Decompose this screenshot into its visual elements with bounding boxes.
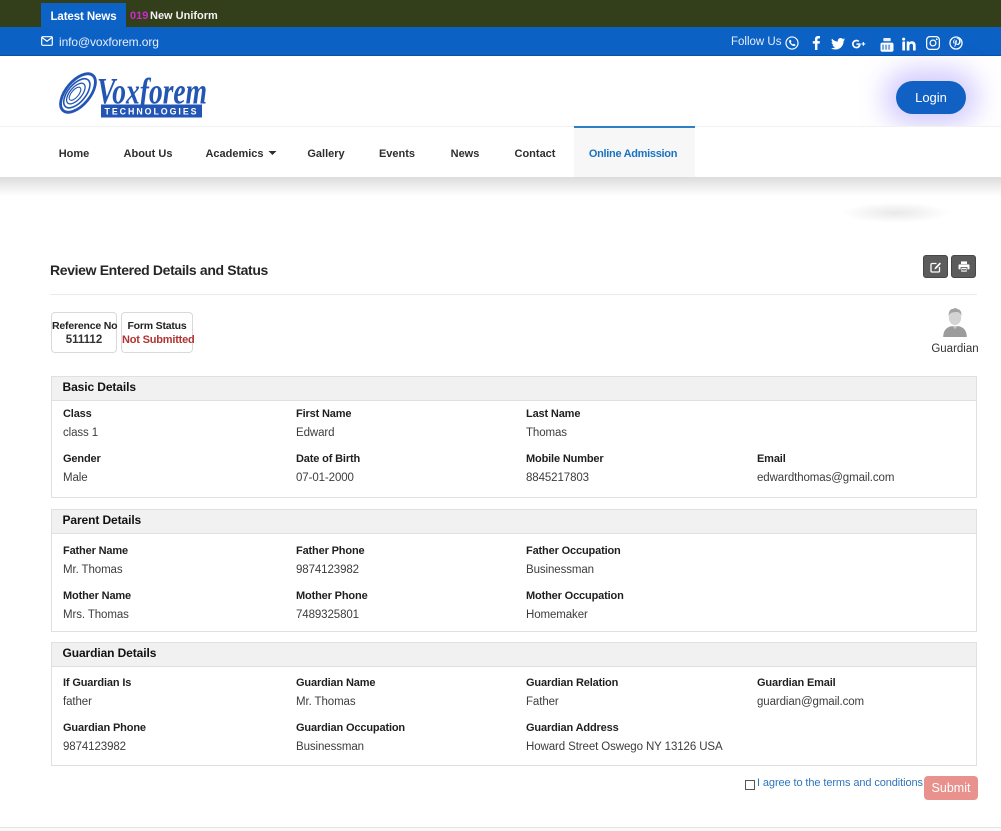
svg-text:TECHNOLOGIES: TECHNOLOGIES xyxy=(105,107,199,117)
